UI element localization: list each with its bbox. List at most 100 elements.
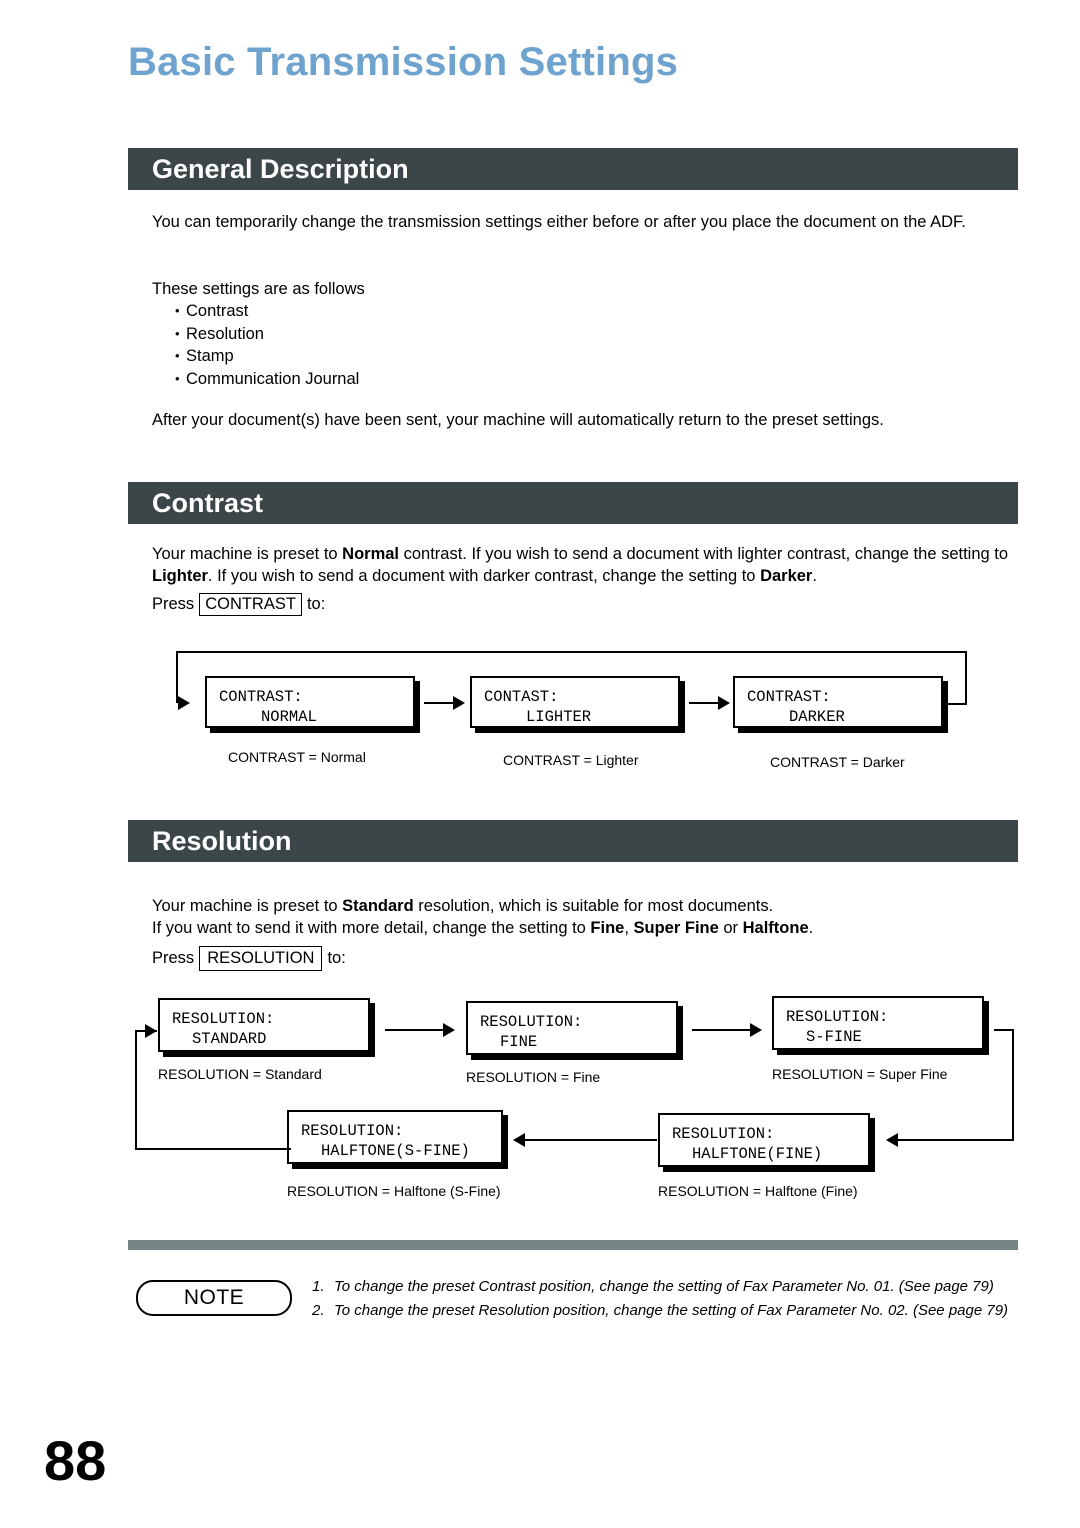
- text-run: .: [812, 566, 817, 585]
- lcd-resolution-sfine: RESOLUTION: S-FINE: [772, 996, 984, 1050]
- resolution-connector-bottom-right: [888, 1139, 1014, 1141]
- note-number: 1.: [312, 1278, 325, 1295]
- contrast-key-button[interactable]: CONTRAST: [199, 593, 302, 616]
- lcd-line-1: RESOLUTION:: [672, 1125, 775, 1143]
- resolution-connector-right-vertical: [1012, 1029, 1014, 1141]
- bullet-label: Resolution: [186, 324, 264, 343]
- lcd-resolution-halftone-sfine: RESOLUTION: HALFTONE(S-FINE): [287, 1110, 503, 1164]
- text-run: or: [718, 918, 743, 937]
- section-header-label: General Description: [152, 153, 409, 184]
- press-resolution-instruction: Press RESOLUTION to:: [152, 946, 346, 971]
- caption-resolution-halftone-sfine: RESOLUTION = Halftone (S-Fine): [287, 1183, 501, 1199]
- text-run: Your machine is preset to: [152, 897, 343, 915]
- resolution-loop-arrowhead: [145, 1024, 157, 1038]
- resolution-arrow-2-line: [692, 1029, 754, 1031]
- text-run-bold: Standard: [342, 897, 414, 915]
- lcd-line-1: CONTRAST:: [747, 688, 831, 706]
- lcd-line-1: RESOLUTION:: [480, 1013, 583, 1031]
- press-suffix: to:: [327, 949, 346, 967]
- contrast-arrow-1-head: [453, 696, 465, 710]
- list-item: 2. To change the preset Resolution posit…: [312, 1300, 1012, 1321]
- resolution-paragraph: Your machine is preset to Standard resol…: [152, 896, 1032, 939]
- contrast-loop-arrowhead: [178, 696, 190, 710]
- bullet-label: Stamp: [186, 347, 234, 366]
- lcd-line-2: STANDARD: [192, 1030, 267, 1048]
- lcd-line-1: RESOLUTION:: [172, 1010, 275, 1028]
- note-badge-label: NOTE: [183, 1286, 245, 1309]
- general-after-paragraph: After your document(s) have been sent, y…: [152, 411, 884, 429]
- text-run: . If you wish to send a document with da…: [207, 566, 761, 585]
- contrast-arrow-2-head: [718, 696, 730, 710]
- lcd-line-2: FINE: [500, 1033, 538, 1051]
- text-run: resolution, which is suitable for most d…: [413, 897, 774, 915]
- general-settings-label: These settings are as follows: [152, 280, 365, 298]
- general-intro-paragraph: You can temporarily change the transmiss…: [152, 213, 966, 231]
- text-run-bold: Halftone: [742, 918, 809, 937]
- lcd-contrast-normal: CONTRAST: NORMAL: [205, 676, 415, 728]
- resolution-key-button[interactable]: RESOLUTION: [199, 946, 323, 971]
- lcd-contrast-lighter: CONTAST: LIGHTER: [470, 676, 680, 728]
- text-run-bold: Normal: [342, 545, 400, 563]
- note-text: To change the preset Resolution position…: [334, 1302, 1009, 1319]
- caption-resolution-sfine: RESOLUTION = Super Fine: [772, 1066, 948, 1082]
- note-text: To change the preset Contrast position, …: [334, 1278, 994, 1295]
- lcd-line-2: HALFTONE(FINE): [692, 1145, 823, 1163]
- caption-resolution-standard: RESOLUTION = Standard: [158, 1066, 322, 1082]
- note-divider: [128, 1240, 1018, 1250]
- section-header-contrast: Contrast: [128, 482, 1018, 524]
- list-item: Communication Journal: [175, 368, 359, 391]
- section-header-general-description: General Description: [128, 148, 1018, 190]
- lcd-line-1: RESOLUTION:: [786, 1008, 889, 1026]
- lcd-line-2: LIGHTER: [526, 708, 592, 726]
- lcd-line-2: NORMAL: [261, 708, 317, 726]
- text-run: ,: [624, 918, 634, 937]
- settings-bullet-list: Contrast Resolution Stamp Communication …: [175, 300, 359, 391]
- resolution-arrow-1-line: [385, 1029, 447, 1031]
- resolution-arrow-2-head: [750, 1023, 762, 1037]
- lcd-line-1: CONTRAST:: [219, 688, 303, 706]
- text-run: contrast. If you wish to send a document…: [399, 545, 1009, 563]
- list-item: Resolution: [175, 323, 359, 346]
- lcd-line-2: DARKER: [789, 708, 845, 726]
- list-item: 1. To change the preset Contrast positio…: [312, 1276, 1012, 1297]
- note-badge: NOTE: [136, 1280, 292, 1316]
- bullet-label: Contrast: [186, 302, 249, 320]
- section-header-resolution: Resolution: [128, 820, 1018, 862]
- contrast-loop-right-stub: [947, 703, 967, 705]
- text-run-bold: Darker: [760, 566, 813, 585]
- press-contrast-instruction: Press CONTRAST to:: [152, 593, 325, 616]
- text-run: If you want to send it with more detail,…: [152, 918, 591, 937]
- contrast-loop-top-horizontal: [176, 651, 967, 653]
- list-item: Stamp: [175, 345, 359, 368]
- resolution-loop-left-vertical: [135, 1030, 137, 1150]
- press-prefix: Press: [152, 595, 195, 613]
- text-run: .: [808, 918, 814, 937]
- caption-resolution-fine: RESOLUTION = Fine: [466, 1069, 601, 1085]
- text-run-bold: Lighter: [152, 566, 208, 585]
- caption-contrast-lighter: CONTRAST = Lighter: [503, 752, 639, 768]
- resolution-arrow-1-head: [443, 1023, 455, 1037]
- resolution-loop-bottom-left: [135, 1148, 291, 1150]
- lcd-resolution-standard: RESOLUTION: STANDARD: [158, 998, 370, 1052]
- section-header-label: Resolution: [152, 825, 292, 856]
- text-run-bold: Fine: [590, 918, 625, 937]
- caption-contrast-normal: CONTRAST = Normal: [228, 749, 366, 765]
- resolution-connector-right-stub: [994, 1029, 1014, 1031]
- contrast-paragraph: Your machine is preset to Normal contras…: [152, 544, 1032, 587]
- page-title: Basic Transmission Settings: [128, 40, 679, 84]
- contrast-loop-right-vertical: [965, 651, 967, 705]
- text-run: Your machine is preset to: [152, 545, 343, 563]
- note-number: 2.: [312, 1302, 325, 1319]
- caption-resolution-halftone-fine: RESOLUTION = Halftone (Fine): [658, 1183, 858, 1199]
- resolution-connector-arrowhead-right: [886, 1133, 898, 1147]
- list-item: Contrast: [175, 300, 359, 323]
- lcd-resolution-halftone-fine: RESOLUTION: HALFTONE(FINE): [658, 1113, 870, 1167]
- resolution-arrow-3-head: [513, 1133, 525, 1147]
- section-header-label: Contrast: [152, 487, 264, 518]
- page-number: 88: [44, 1429, 107, 1492]
- lcd-line-2: HALFTONE(S-FINE): [321, 1142, 470, 1160]
- bullet-label: Communication Journal: [186, 370, 360, 389]
- lcd-line-2: S-FINE: [806, 1028, 862, 1046]
- press-prefix: Press: [152, 949, 195, 967]
- lcd-resolution-fine: RESOLUTION: FINE: [466, 1001, 678, 1055]
